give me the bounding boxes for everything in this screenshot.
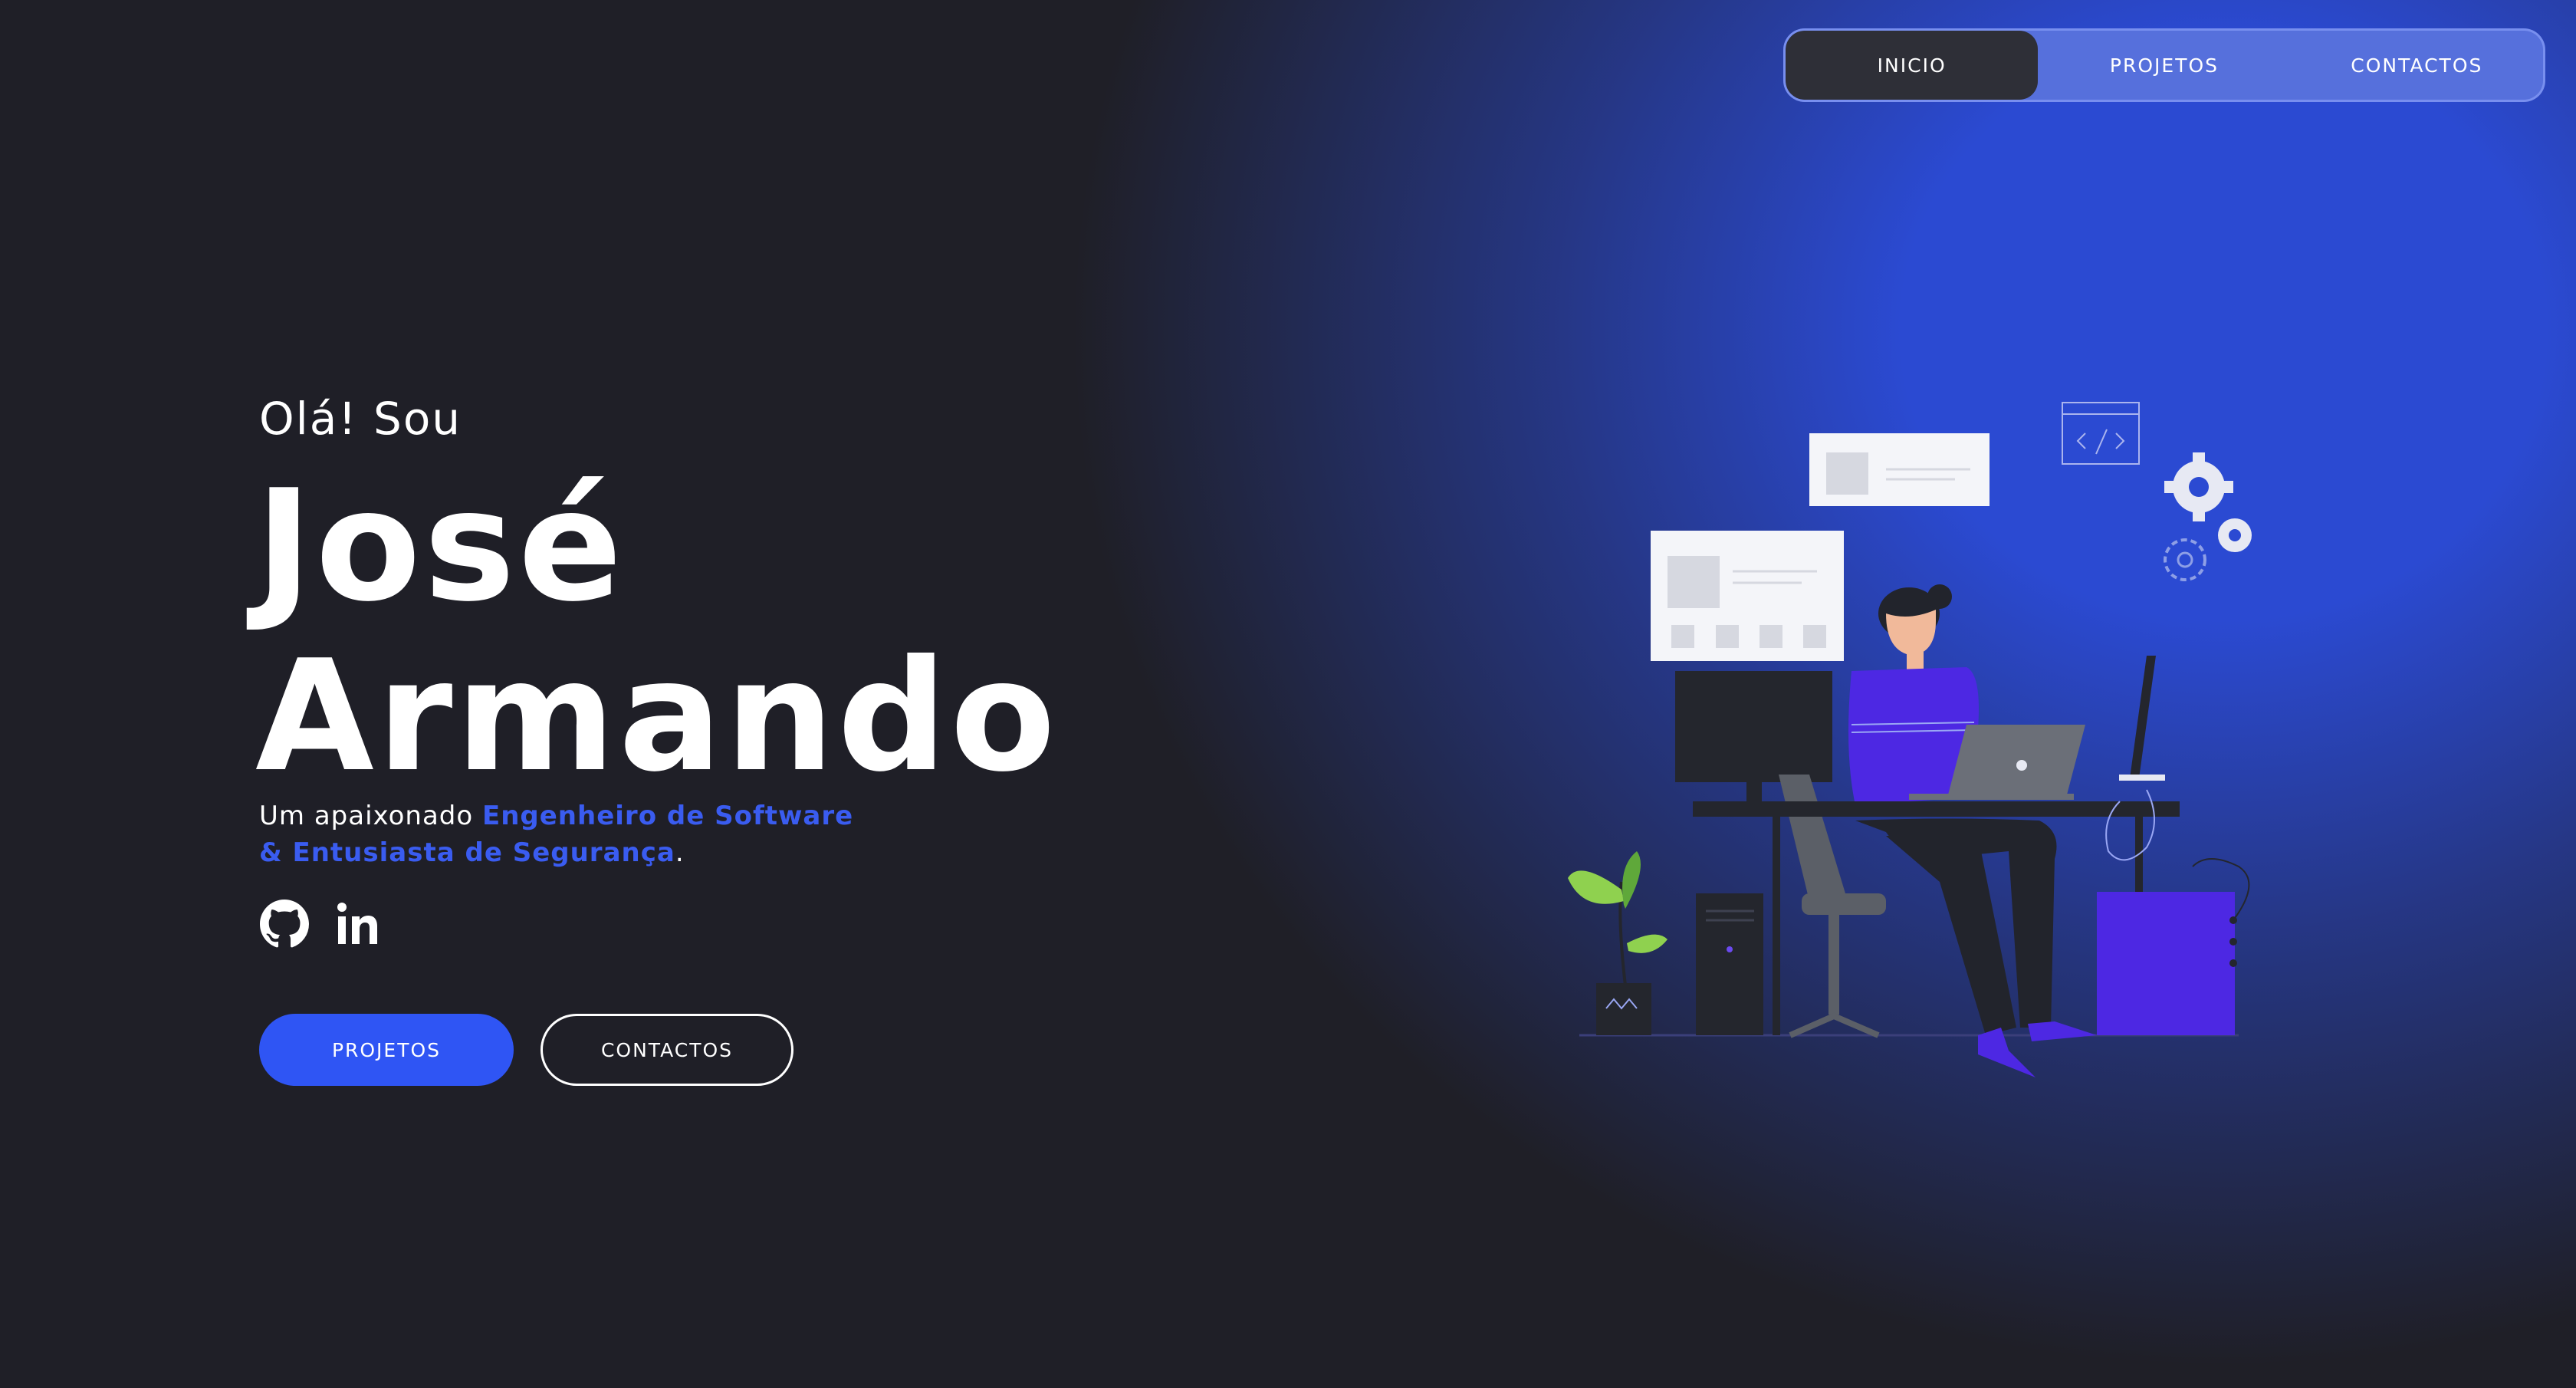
linkedin-icon xyxy=(337,903,377,944)
nav-item-contactos[interactable]: CONTACTOS xyxy=(2291,31,2543,100)
nav-item-inicio[interactable]: INICIO xyxy=(1786,31,2039,100)
code-window-icon xyxy=(2062,402,2140,465)
tagline-highlight-role: Engenheiro de Software xyxy=(481,801,854,831)
web-card-top xyxy=(1809,433,1990,506)
side-monitor-icon xyxy=(2119,656,2165,781)
page: INICIO PROJETOS CONTACTOS Olá! Sou José … xyxy=(0,0,2576,1388)
projetos-button[interactable]: PROJETOS xyxy=(259,1014,514,1086)
developer-person xyxy=(1848,584,2097,1077)
github-icon xyxy=(260,900,309,948)
cabinet-icon xyxy=(2097,858,2250,1035)
hero-name-line1: José xyxy=(255,457,626,636)
developer-illustration xyxy=(1568,402,2252,1077)
gear-icon xyxy=(2164,452,2252,581)
github-link[interactable] xyxy=(259,899,310,949)
social-links xyxy=(259,899,385,949)
plant-icon xyxy=(1568,851,1668,1035)
hero-greeting: Olá! Sou xyxy=(259,393,462,445)
hero-name: José Armando xyxy=(255,462,1059,802)
web-card-left xyxy=(1651,531,1844,661)
linkedin-link[interactable] xyxy=(334,899,385,949)
tagline-prefix: Um apaixonado xyxy=(259,801,482,831)
top-nav: INICIO PROJETOS CONTACTOS xyxy=(1783,28,2545,102)
pc-tower-icon xyxy=(1696,893,1763,1035)
nav-item-projetos[interactable]: PROJETOS xyxy=(2038,31,2290,100)
cable-line xyxy=(2105,789,2155,861)
hero-name-line2: Armando xyxy=(255,627,1059,806)
hero-tagline: Um apaixonado Engenheiro de Software & En… xyxy=(259,798,949,871)
contactos-button[interactable]: CONTACTOS xyxy=(540,1014,794,1086)
tagline-suffix: . xyxy=(675,837,685,868)
tagline-highlight-interest: & Entusiasta de Segurança xyxy=(259,837,675,868)
